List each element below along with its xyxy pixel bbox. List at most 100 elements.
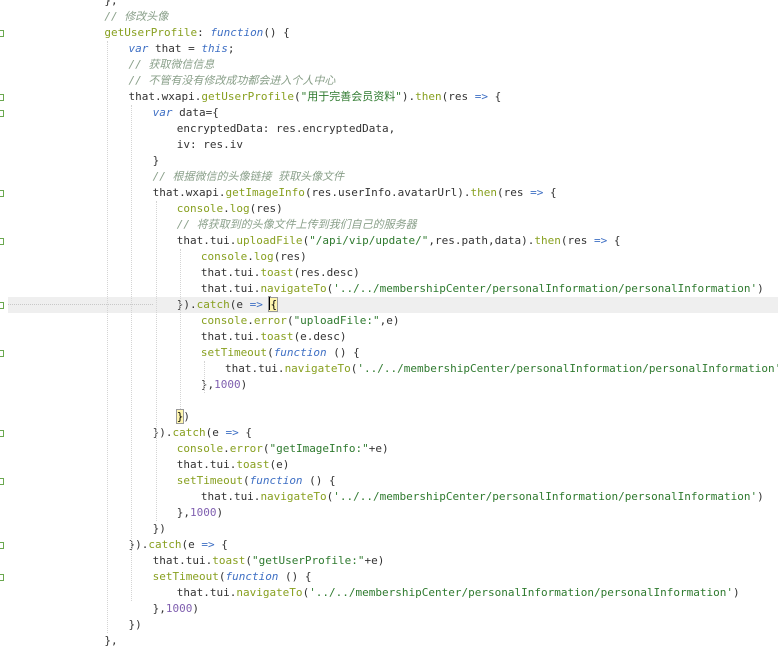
- code-line[interactable]: that.tui.toast(res.desc): [8, 265, 778, 281]
- code-line[interactable]: }): [8, 409, 778, 425]
- code-line[interactable]: console.log(res): [8, 201, 778, 217]
- code-token: console: [200, 250, 248, 263]
- fold-marker-icon[interactable]: [0, 30, 4, 37]
- code-line[interactable]: that.tui.toast(e.desc): [8, 329, 778, 345]
- fold-marker-icon[interactable]: [0, 94, 4, 101]
- code-token: uploadFile: [236, 234, 303, 247]
- code-token: },: [152, 602, 166, 615]
- code-token: toast: [260, 330, 294, 343]
- code-line[interactable]: that.tui.navigateTo('../../membershipCen…: [8, 489, 778, 505]
- code-token: navigateTo: [260, 490, 327, 503]
- code-token: getImageInfo: [225, 186, 305, 199]
- code-line[interactable]: iv: res.iv: [8, 137, 778, 153]
- code-line[interactable]: setTimeout(function () {: [8, 473, 778, 489]
- code-token: =>: [225, 426, 239, 439]
- code-line[interactable]: console.error("getImageInfo:"+e): [8, 441, 778, 457]
- code-line[interactable]: encryptedData: res.encryptedData,: [8, 121, 778, 137]
- code-token: (: [294, 90, 301, 103]
- code-token: log: [253, 250, 274, 263]
- code-token: 1000: [214, 378, 241, 391]
- code-line[interactable]: that.tui.navigateTo('../../membershipCen…: [8, 281, 778, 297]
- code-token: (res.desc): [293, 266, 360, 279]
- code-line[interactable]: }): [8, 617, 778, 633]
- fold-marker-icon[interactable]: [0, 478, 4, 485]
- code-token: that.tui.: [176, 586, 237, 599]
- code-token: this: [201, 42, 228, 55]
- code-token: iv: res.iv: [176, 138, 243, 151]
- code-token: ): [192, 602, 199, 615]
- code-line[interactable]: }).catch(e => {: [8, 537, 778, 553]
- code-token: error: [253, 314, 287, 327]
- code-token: data={: [172, 106, 219, 119]
- code-line[interactable]: getUserProfile: function() {: [8, 25, 778, 41]
- code-token: '../../membershipCenter/personalInformat…: [333, 490, 758, 503]
- code-line[interactable]: },1000): [8, 505, 778, 521]
- fold-marker-icon[interactable]: [0, 110, 4, 117]
- code-line[interactable]: that.tui.navigateTo('../../membershipCen…: [8, 585, 778, 601]
- fold-marker-icon[interactable]: [0, 238, 4, 245]
- code-token: function: [210, 26, 264, 39]
- code-token: +e): [364, 554, 385, 567]
- code-token: }: [152, 154, 160, 167]
- code-line[interactable]: // 根据微信的头像链接 获取头像文件: [8, 169, 778, 185]
- code-token: .: [223, 202, 230, 215]
- code-line[interactable]: // 不管有没有修改成功都会进入个人中心: [8, 73, 778, 89]
- code-token: error: [229, 442, 263, 455]
- code-token: (: [245, 554, 252, 567]
- code-token: setTimeout: [200, 346, 268, 359]
- fold-marker-icon[interactable]: [0, 574, 4, 581]
- code-token: getUserProfile: [104, 26, 198, 39]
- code-line[interactable]: that.tui.navigateTo('../../membershipCen…: [8, 361, 778, 377]
- code-token: function: [273, 346, 327, 359]
- code-line[interactable]: },: [8, 0, 778, 9]
- code-token: +e): [368, 442, 389, 455]
- code-token: .: [247, 314, 254, 327]
- code-token: toast: [260, 266, 294, 279]
- code-token: 1000: [189, 506, 217, 519]
- code-line[interactable]: console.log(res): [8, 249, 778, 265]
- code-line[interactable]: that.tui.uploadFile("/api/vip/update/",r…: [8, 233, 778, 249]
- fold-marker-icon[interactable]: [0, 302, 4, 309]
- code-token: "用于完善会员资料": [300, 90, 402, 103]
- code-line[interactable]: },: [8, 633, 778, 649]
- code-token: // 将获取到的头像文件上传到我们自己的服务器: [176, 218, 417, 231]
- code-line[interactable]: setTimeout(function () {: [8, 569, 778, 585]
- code-token: catch: [172, 426, 206, 439]
- code-line[interactable]: [8, 393, 778, 409]
- code-token: console: [200, 314, 248, 327]
- code-line[interactable]: console.error("uploadFile:",e): [8, 313, 778, 329]
- code-token: that =: [148, 42, 202, 55]
- code-line[interactable]: // 修改头像: [8, 9, 778, 25]
- code-token: {: [488, 90, 502, 103]
- code-line[interactable]: that.wxapi.getUserProfile("用于完善会员资料").th…: [8, 89, 778, 105]
- code-token: that.tui.: [200, 266, 261, 279]
- code-line[interactable]: that.tui.toast("getUserProfile:"+e): [8, 553, 778, 569]
- fold-marker-icon[interactable]: [0, 350, 4, 357]
- code-line[interactable]: that.wxapi.getImageInfo(res.userInfo.ava…: [8, 185, 778, 201]
- fold-marker-icon[interactable]: [0, 190, 4, 197]
- code-line-current[interactable]: }).catch(e => {: [8, 297, 778, 313]
- code-token: },: [104, 634, 118, 647]
- code-token: (: [286, 314, 294, 327]
- indent-guide: [107, 41, 109, 633]
- code-line[interactable]: // 将获取到的头像文件上传到我们自己的服务器: [8, 217, 778, 233]
- fold-marker-icon[interactable]: [0, 430, 4, 437]
- code-line[interactable]: var that = this;: [8, 41, 778, 57]
- code-line[interactable]: }): [8, 521, 778, 537]
- code-token: =>: [249, 298, 263, 311]
- code-line[interactable]: }).catch(e => {: [8, 425, 778, 441]
- code-line[interactable]: },1000): [8, 601, 778, 617]
- code-line[interactable]: that.tui.toast(e): [8, 457, 778, 473]
- code-line[interactable]: }: [8, 153, 778, 169]
- code-line[interactable]: var data={: [8, 105, 778, 121]
- fold-marker-icon[interactable]: [0, 542, 4, 549]
- code-line[interactable]: // 获取微信信息: [8, 57, 778, 73]
- code-token: // 根据微信的头像链接 获取头像文件: [152, 170, 345, 183]
- code-line[interactable]: },1000): [8, 377, 778, 393]
- code-token: :: [197, 26, 211, 39]
- code-editor[interactable]: },// 修改头像 getUserProfile: function() {var…: [0, 0, 778, 650]
- code-line[interactable]: setTimeout(function () {: [8, 345, 778, 361]
- code-token: that.tui.: [152, 554, 213, 567]
- code-token: (res): [249, 202, 283, 215]
- code-token: {: [214, 538, 228, 551]
